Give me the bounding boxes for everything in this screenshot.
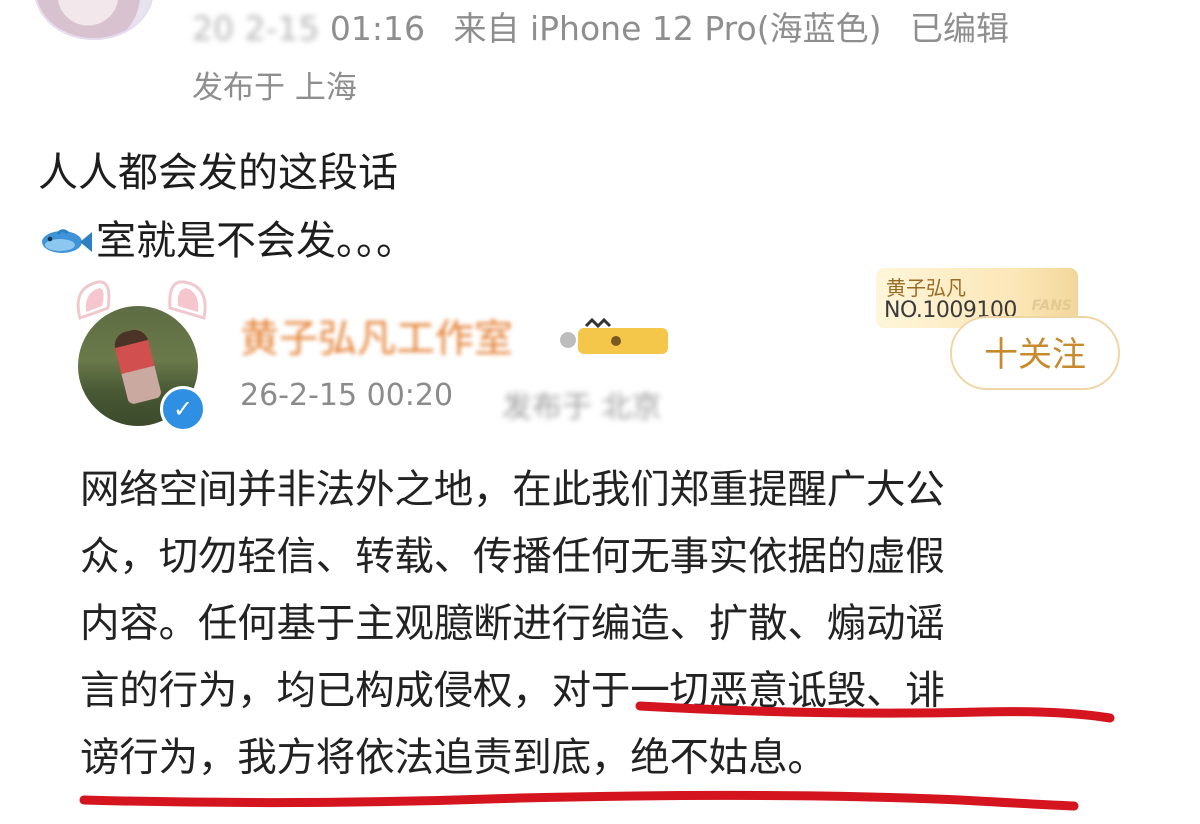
quoted-post-location-text: 发布于 北京 — [502, 390, 662, 425]
quoted-body-line-2: 众，切勿轻信、转载、传播任何无事实依据的虚假 — [80, 534, 945, 580]
post-text-line-2: 室就是不会发。。。 — [96, 218, 416, 264]
post-text-line-2-wrap: 室就是不会发。。。 — [38, 208, 416, 270]
quoted-body-line-3: 内容。任何基于主观臆断进行编造、扩散、煽动谣 — [80, 601, 945, 647]
quoted-post-location: 发布于 北京 — [502, 382, 692, 425]
author-avatar[interactable] — [34, 0, 154, 40]
quoted-body-line-4: 言的行为，均已构成侵权，对于一切恶意诋毁、诽 — [80, 668, 945, 714]
member-badge-icon — [560, 318, 668, 354]
post-meta: 20 2-15 01:16 来自 iPhone 12 Pro(海蓝色) 已编辑 — [192, 2, 1009, 50]
fan-card-mark: FANS — [1031, 298, 1072, 314]
post-date-blurred: 20 2-15 — [192, 9, 320, 48]
edited-label: 已编辑 — [909, 9, 1009, 48]
post-location: 发布于 上海 — [192, 70, 357, 106]
follow-button[interactable]: 十关注 — [950, 316, 1120, 390]
quoted-body-line-5: 谤行为，我方将依法追责到底，绝不姑息。 — [80, 735, 827, 781]
post-time: 01:16 — [319, 9, 425, 48]
fan-card-name: 黄子弘凡 — [886, 276, 966, 300]
post-source: 来自 iPhone 12 Pro(海蓝色) — [453, 9, 882, 48]
fish-icon — [38, 220, 92, 270]
quoted-body-line-1: 网络空间并非法外之地，在此我们郑重提醒广大公 — [80, 467, 945, 513]
quoted-author-name[interactable]: 黄子弘凡工作室 — [240, 308, 513, 364]
post-text-line-1: 人人都会发的这段话 — [38, 150, 398, 196]
quoted-post-time: 26-2-15 00:20 — [240, 378, 454, 413]
verified-badge-icon: ✓ — [160, 386, 206, 432]
